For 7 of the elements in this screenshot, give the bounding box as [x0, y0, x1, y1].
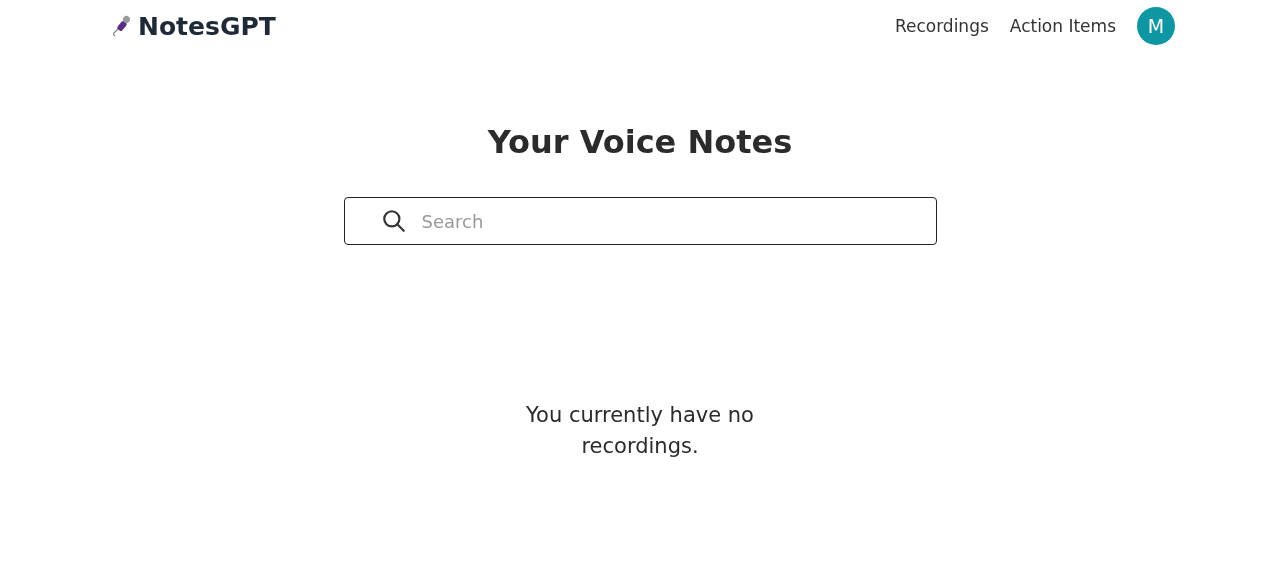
user-avatar[interactable]: M: [1137, 7, 1175, 45]
nav-link[interactable]: Recordings: [894, 16, 989, 36]
page-title: Your Voice Notes: [487, 123, 793, 161]
search-field[interactable]: Search: [343, 197, 937, 245]
empty-message: You currently have no recordings.: [525, 402, 755, 460]
nav-link[interactable]: Action Items: [1009, 16, 1116, 36]
app-logo[interactable]: NotesGPT: [138, 11, 276, 41]
